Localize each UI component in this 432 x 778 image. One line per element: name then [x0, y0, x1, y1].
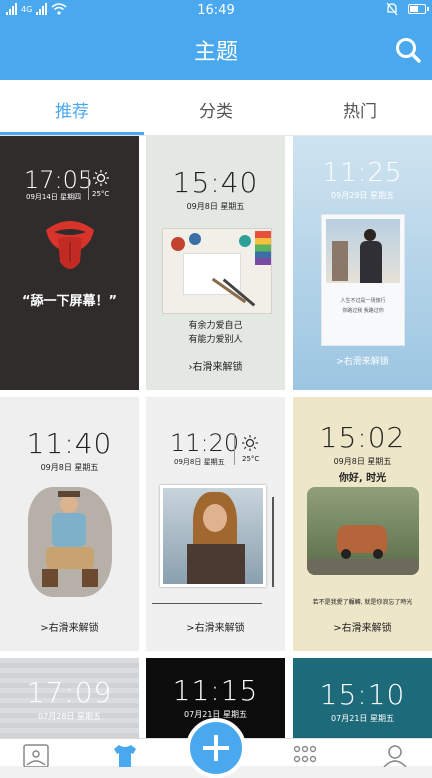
theme-date: 09月8日 星期五: [174, 458, 225, 466]
theme-slider-track: [272, 497, 274, 587]
theme-caption: 你路过我 我路过你: [342, 308, 384, 314]
theme-card[interactable]: 11:40 09月8日 星期五 >右滑来解锁: [0, 397, 139, 651]
theme-card[interactable]: 15:40 09月8日 星期五 有余力爱自己 有能力爱别人 ›右滑来解锁: [146, 136, 285, 390]
theme-caption: 人生不过是一场旅行: [340, 298, 386, 304]
theme-card[interactable]: 11:25 09月29日 星期五 人生不过是一场旅行 你路过我 我路过你 >右滑…: [293, 136, 432, 390]
theme-clock: 11:15: [172, 674, 259, 707]
theme-date: 09月8日 星期五: [186, 202, 245, 211]
category-tabs: 推荐 分类 热门: [0, 80, 432, 136]
theme-temp: 25°C: [242, 455, 260, 463]
theme-clock: 15:02: [319, 421, 406, 454]
theme-card[interactable]: 17:09 07月28日 星期五: [0, 658, 139, 738]
theme-clock: 17:09: [26, 676, 113, 709]
theme-caption: 有能力爱别人: [188, 335, 243, 345]
status-time: 16:49: [197, 3, 235, 18]
profile-icon[interactable]: [380, 743, 410, 767]
theme-temp: 25°C: [92, 190, 110, 198]
theme-swipe-text: >右滑来解锁: [186, 623, 245, 634]
theme-swipe-text: >右滑来解锁: [40, 623, 99, 634]
theme-card[interactable]: 17:05 09月14日 星期四 25°C “舔一下屏幕！”: [0, 136, 139, 390]
theme-card[interactable]: 15:02 09月8日 星期五 你好, 时光 若不是我愛了輾轉, 就是你浪忘了時…: [293, 397, 432, 651]
theme-date: 09月29日 星期五: [331, 191, 394, 200]
theme-date: 07月21日 星期五: [331, 714, 394, 723]
theme-caption: 有余力爱自己: [188, 321, 243, 331]
theme-preview-image: [160, 485, 266, 587]
theme-clock: 15:40: [172, 166, 259, 199]
theme-date: 09月8日 星期五: [40, 463, 99, 472]
theme-preview-image: [162, 228, 272, 314]
tab-categories[interactable]: 分类: [144, 80, 288, 135]
theme-slogan: “舔一下屏幕！”: [21, 294, 118, 309]
theme-caption: 你好, 时光: [338, 473, 387, 484]
mute-bell-icon: [386, 2, 398, 16]
theme-clock: 17:05: [24, 166, 94, 194]
theme-card[interactable]: 11:20 09月8日 星期五 25°C >右滑来解锁: [146, 397, 285, 651]
sun-icon: [93, 170, 109, 186]
theme-clock: 11:20: [170, 429, 240, 457]
theme-caption: 若不是我愛了輾轉, 就是你浪忘了時光: [312, 599, 413, 606]
lips-tongue-icon: [46, 221, 94, 269]
title-bar: 主题: [0, 22, 432, 80]
theme-clock: 11:40: [26, 427, 113, 460]
divider: [88, 170, 89, 200]
theme-card[interactable]: 15:10 07月21日 星期五: [293, 658, 432, 738]
theme-swipe-text: >右滑来解锁: [336, 357, 389, 367]
theme-shirt-icon[interactable]: [110, 743, 140, 767]
add-icon[interactable]: [186, 718, 246, 778]
status-bar: 4G 16:49: [0, 0, 432, 22]
tab-recommended[interactable]: 推荐: [0, 80, 144, 135]
search-icon[interactable]: [394, 36, 422, 64]
theme-grid: 17:05 09月14日 星期四 25°C “舔一下屏幕！” 15:40 09月…: [0, 136, 432, 738]
tab-popular[interactable]: 热门: [288, 80, 432, 135]
page-title: 主题: [193, 40, 238, 65]
divider: [234, 433, 235, 465]
theme-date: 09月14日 星期四: [26, 193, 82, 201]
sun-icon: [242, 435, 258, 451]
theme-preview-frame: 人生不过是一场旅行 你路过我 我路过你: [321, 214, 405, 346]
theme-date: 09月8日 星期五: [333, 457, 392, 466]
theme-date: 07月28日 星期五: [38, 712, 101, 721]
theme-swipe-text: ›右滑来解锁: [188, 362, 243, 373]
theme-preview-image: [307, 487, 419, 575]
theme-clock: 11:25: [322, 158, 403, 188]
theme-progress-line: [152, 603, 262, 604]
more-apps-icon[interactable]: [290, 743, 320, 767]
status-right: [386, 2, 429, 16]
battery-icon: [408, 4, 429, 14]
wallpaper-icon[interactable]: [21, 743, 51, 767]
theme-swipe-text: >右滑来解锁: [333, 623, 392, 634]
theme-preview-image: [28, 487, 112, 597]
theme-clock: 15:10: [319, 678, 406, 711]
